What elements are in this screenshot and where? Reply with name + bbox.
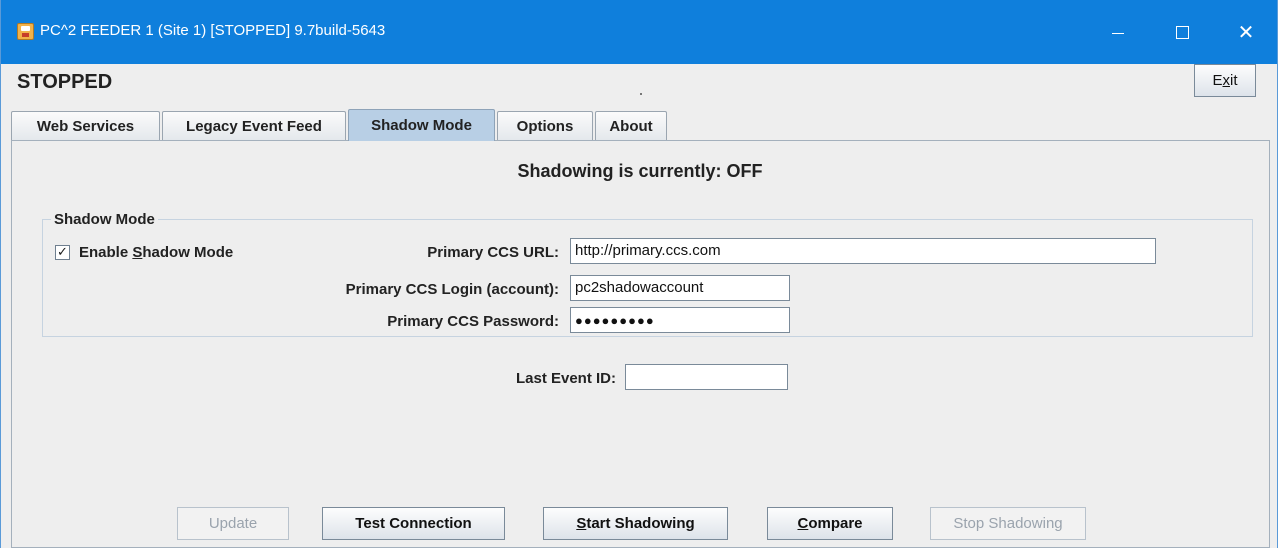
feeder-window: PC^2 FEEDER 1 (Site 1) [STOPPED] 9.7buil… <box>0 0 1278 548</box>
shadowing-status: Shadowing is currently: OFF <box>517 161 763 181</box>
exit-label-mnemonic: x <box>1222 72 1231 89</box>
enable-label-pre: Enable <box>79 244 133 261</box>
update-button[interactable]: Update <box>177 507 289 540</box>
password-input[interactable]: ●●●●●●●●● <box>570 307 790 333</box>
compare-button[interactable]: Compare <box>767 507 893 540</box>
test-connection-button[interactable]: Test Connection <box>322 507 505 540</box>
primary-url-input[interactable]: http://primary.ccs.com <box>570 238 1156 264</box>
tab-legacy-event-feed[interactable]: Legacy Event Feed <box>162 111 346 140</box>
minimize-icon <box>1112 32 1124 34</box>
java-app-icon <box>17 23 34 40</box>
stop-shadowing-button[interactable]: Stop Shadowing <box>930 507 1086 540</box>
start-label-mnemonic: S <box>576 515 587 532</box>
primary-url-label: Primary CCS URL: <box>427 244 559 261</box>
enable-shadow-mode-label[interactable]: Enable Shadow Mode <box>79 244 233 261</box>
exit-label-pre: E <box>1212 72 1223 89</box>
compare-label-mnemonic: C <box>797 515 809 532</box>
title-bar[interactable]: PC^2 FEEDER 1 (Site 1) [STOPPED] 9.7buil… <box>1 0 1277 64</box>
password-label: Primary CCS Password: <box>387 313 559 330</box>
maximize-button[interactable] <box>1147 0 1217 64</box>
checkmark-icon: ✓ <box>57 245 68 260</box>
close-icon: ✕ <box>1237 20 1255 44</box>
login-label: Primary CCS Login (account): <box>345 281 559 298</box>
minimize-button[interactable] <box>1083 0 1153 64</box>
feeder-status-label: STOPPED <box>17 71 113 93</box>
tab-options[interactable]: Options <box>497 111 593 140</box>
window-title: PC^2 FEEDER 1 (Site 1) [STOPPED] 9.7buil… <box>40 22 386 39</box>
enable-label-post: hadow Mode <box>142 244 234 261</box>
compare-label-post: ompare <box>808 515 863 532</box>
last-event-id-label: Last Event ID: <box>515 370 616 387</box>
shadow-mode-group-title: Shadow Mode <box>51 211 158 228</box>
tab-about[interactable]: About <box>595 111 667 140</box>
start-shadowing-button[interactable]: Start Shadowing <box>543 507 728 540</box>
exit-button[interactable]: Ex it <box>1194 64 1256 97</box>
start-label-post: tart Shadowing <box>586 515 695 532</box>
last-event-id-input[interactable] <box>625 364 788 390</box>
enable-label-mnemonic: S <box>132 244 143 261</box>
exit-label-post: it <box>1230 72 1238 89</box>
separator-dot <box>640 93 642 95</box>
tab-web-services[interactable]: Web Services <box>11 111 160 140</box>
tab-shadow-mode[interactable]: Shadow Mode <box>348 109 495 141</box>
enable-shadow-mode-checkbox[interactable]: ✓ <box>55 245 70 260</box>
maximize-icon <box>1175 25 1189 39</box>
close-button[interactable]: ✕ <box>1211 0 1278 64</box>
shadow-mode-panel <box>11 140 1270 548</box>
login-input[interactable]: pc2shadowaccount <box>570 275 790 301</box>
